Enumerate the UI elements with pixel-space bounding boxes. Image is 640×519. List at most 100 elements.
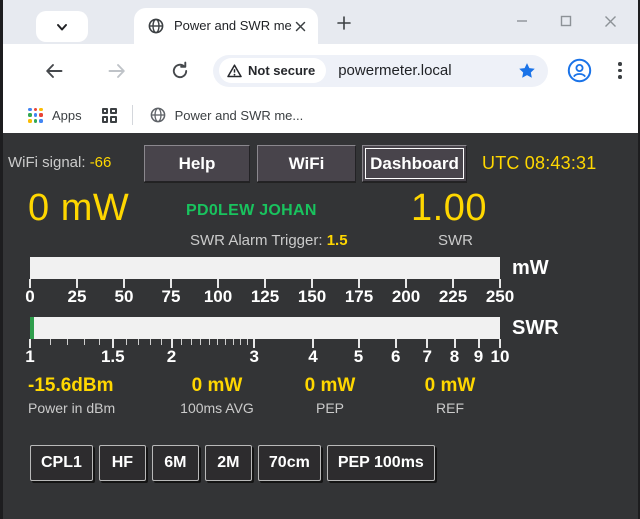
gauge-minor-tick: [99, 339, 100, 345]
star-icon: [518, 62, 536, 80]
2m-button[interactable]: 2M: [205, 445, 252, 481]
reading-list-icon[interactable]: [102, 108, 117, 123]
gauge-minor-tick: [209, 339, 210, 345]
plus-icon: [337, 16, 351, 30]
gauge-minor-tick: [240, 339, 241, 345]
globe-favicon-icon: [148, 18, 164, 34]
gauge-tick-label: 9: [474, 347, 483, 367]
gauge-minor-tick: [217, 339, 218, 345]
window-border-left: [0, 0, 3, 519]
minimize-button[interactable]: [500, 5, 544, 37]
gauge-tick-label: 250: [486, 287, 514, 307]
gauge-tick-label: 225: [439, 287, 467, 307]
security-chip[interactable]: Not secure: [219, 58, 326, 83]
70cm-button[interactable]: 70cm: [258, 445, 321, 481]
gauge-minor-tick: [233, 339, 234, 345]
minimize-icon: [516, 15, 528, 27]
gauge-minor-tick: [150, 339, 151, 345]
gauge-minor-tick: [161, 339, 162, 345]
stat-label: REF: [393, 400, 507, 416]
warning-triangle-icon: [227, 64, 242, 78]
reload-button[interactable]: [168, 59, 192, 83]
power-readout: 0 mW: [28, 187, 129, 230]
gauge-tick-label: 75: [162, 287, 181, 307]
bookmark-star-button[interactable]: [518, 62, 536, 80]
stats-row: -15.6dBm Power in dBm 0 mW 100ms AVG 0 m…: [0, 375, 640, 415]
tab-close-button[interactable]: [292, 18, 308, 34]
swr-gauge-bar: [30, 317, 500, 339]
avatar-icon: [567, 58, 592, 83]
cpl1-button[interactable]: CPL1: [30, 445, 93, 481]
help-button[interactable]: Help: [144, 145, 250, 182]
stat-label: PEP: [273, 400, 387, 416]
bookmarks-bar: Apps Power and SWR me...: [0, 97, 640, 133]
maximize-icon: [560, 15, 572, 27]
stat-value: 0 mW: [393, 375, 507, 397]
gauge-tick-label: 25: [68, 287, 87, 307]
browser-tab[interactable]: Power and SWR meter: [134, 8, 318, 44]
gauge-minor-tick: [84, 339, 85, 345]
site-bookmark[interactable]: Power and SWR me...: [175, 108, 304, 123]
browser-menu-button[interactable]: [611, 60, 629, 82]
forward-arrow-icon: [107, 62, 127, 80]
apps-grid-icon[interactable]: [28, 108, 43, 123]
tab-strip: Power and SWR meter: [0, 0, 640, 44]
close-window-button[interactable]: [588, 5, 632, 37]
stat-power-dbm: -15.6dBm Power in dBm: [24, 375, 136, 416]
wifi-button[interactable]: WiFi: [257, 145, 356, 182]
gauge-minor-tick: [247, 339, 248, 345]
maximize-button[interactable]: [544, 5, 588, 37]
close-icon: [295, 21, 306, 32]
wifi-signal-value: -66: [90, 154, 112, 171]
band-button-row: CPL1 HF 6M 2M 70cm PEP 100ms: [30, 445, 435, 481]
back-button[interactable]: [42, 59, 66, 83]
reload-icon: [170, 61, 190, 81]
gauge-tick-label: 50: [115, 287, 134, 307]
stat-value: 0 mW: [273, 375, 387, 397]
window-controls: [500, 5, 632, 37]
stat-label: 100ms AVG: [160, 400, 274, 416]
powermeter-page: WiFi signal: -66 Help WiFi Dashboard UTC…: [0, 133, 640, 519]
gauge-minor-tick: [126, 339, 127, 345]
bookmarks-divider: [132, 105, 133, 125]
stat-pep: 0 mW PEP: [273, 375, 387, 416]
power-gauge-unit: mW: [512, 257, 549, 280]
stat-avg: 0 mW 100ms AVG: [160, 375, 274, 416]
pep-100ms-button[interactable]: PEP 100ms: [327, 445, 435, 481]
gauge-tick-label: 1: [25, 347, 34, 367]
gauge-tick-label: 5: [354, 347, 363, 367]
stat-ref: 0 mW REF: [393, 375, 507, 416]
gauge-minor-tick: [181, 339, 182, 345]
gauge-minor-tick: [138, 339, 139, 345]
wifi-signal: WiFi signal: -66: [8, 154, 111, 171]
gauge-tick-label: 150: [298, 287, 326, 307]
gauge-minor-tick: [50, 339, 51, 345]
dashboard-button[interactable]: Dashboard: [362, 145, 467, 182]
browser-window: Power and SWR meter: [0, 0, 640, 519]
tab-title: Power and SWR meter: [174, 18, 292, 33]
stat-value: 0 mW: [160, 375, 274, 397]
gauge-tick-label: 10: [491, 347, 510, 367]
gauge-tick-label: 100: [204, 287, 232, 307]
swr-gauge-unit: SWR: [512, 317, 559, 340]
gauge-tick-label: 3: [249, 347, 258, 367]
tab-search-button[interactable]: [36, 11, 88, 42]
swr-alarm-value: 1.5: [327, 232, 348, 249]
stat-value: -15.6dBm: [28, 375, 136, 397]
hf-button[interactable]: HF: [99, 445, 146, 481]
security-label: Not secure: [248, 63, 315, 78]
swr-gauge: 11.52345678910: [30, 317, 500, 367]
6m-button[interactable]: 6M: [152, 445, 199, 481]
gauge-tick-label: 200: [392, 287, 420, 307]
utc-clock: UTC 08:43:31: [482, 153, 596, 174]
forward-button[interactable]: [105, 59, 129, 83]
gauge-tick-label: 125: [251, 287, 279, 307]
swr-alarm-label: SWR Alarm Trigger:: [190, 232, 323, 249]
gauge-tick-label: 2: [167, 347, 176, 367]
gauge-minor-tick: [200, 339, 201, 345]
new-tab-button[interactable]: [330, 9, 358, 37]
profile-avatar-button[interactable]: [567, 58, 592, 83]
address-bar[interactable]: Not secure powermeter.local: [213, 55, 548, 87]
apps-bookmark-label[interactable]: Apps: [52, 108, 82, 123]
back-arrow-icon: [44, 62, 64, 80]
